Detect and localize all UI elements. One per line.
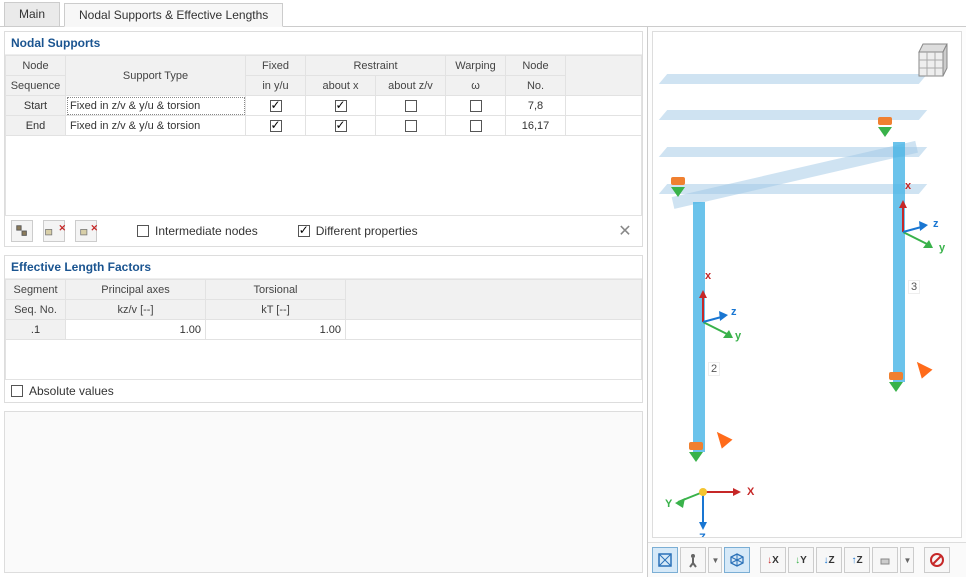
btn-view-z[interactable]: ↓Z bbox=[816, 547, 842, 573]
member-number: 3 bbox=[908, 280, 920, 294]
chk-absolute-values[interactable]: Absolute values bbox=[11, 384, 114, 398]
cell-restraint-zv[interactable] bbox=[376, 96, 446, 116]
cell-restraint-x[interactable] bbox=[306, 96, 376, 116]
btn-view-y[interactable]: ↓Y bbox=[788, 547, 814, 573]
viewport-3d[interactable]: x y z x y z 2 3 bbox=[652, 31, 962, 538]
hdr-warping-w: ω bbox=[446, 76, 506, 96]
hdr-node-no: Node bbox=[506, 56, 566, 76]
axis-z-label: z bbox=[933, 218, 939, 230]
panel-nodal-supports: Nodal Supports Node Support Type Fixed R… bbox=[4, 31, 643, 247]
table-row[interactable]: .1 1.00 1.00 bbox=[6, 320, 642, 340]
hdr-restraint: Restraint bbox=[306, 56, 446, 76]
btn-view-dropdown[interactable]: ▼ bbox=[708, 547, 722, 573]
cell-fixed-yu[interactable] bbox=[246, 96, 306, 116]
axis-X-label: X bbox=[747, 486, 754, 498]
btn-view-z-neg[interactable]: ↑Z bbox=[844, 547, 870, 573]
cell-kzv[interactable]: 1.00 bbox=[66, 320, 206, 340]
chk-different-props-label: Different properties bbox=[316, 224, 418, 238]
axis-z-label: z bbox=[731, 306, 737, 318]
axis-x-label: x bbox=[705, 270, 711, 282]
cell-restraint-x[interactable] bbox=[306, 116, 376, 136]
support-icon bbox=[878, 127, 892, 137]
support-icon bbox=[889, 382, 903, 392]
hdr-restraint-zv: about z/v bbox=[376, 76, 446, 96]
panel-effective-lengths: Effective Length Factors Segment Princip… bbox=[4, 255, 643, 403]
btn-edit-supports[interactable] bbox=[11, 220, 33, 242]
cell-seg: .1 bbox=[6, 320, 66, 340]
hdr-segment: Segment bbox=[6, 280, 66, 300]
panel-empty bbox=[4, 411, 643, 573]
global-axes-icon bbox=[683, 472, 763, 538]
chk-intermediate-nodes[interactable]: Intermediate nodes bbox=[137, 224, 258, 238]
support-icon bbox=[689, 452, 703, 462]
panel-title-nodal-supports: Nodal Supports bbox=[5, 32, 642, 55]
btn-view-x[interactable]: ↓X bbox=[760, 547, 786, 573]
axis-Y-label: Y bbox=[665, 498, 672, 510]
chk-intermediate-label: Intermediate nodes bbox=[155, 224, 258, 238]
hdr-fixed: Fixed bbox=[246, 56, 306, 76]
eff-len-table: Segment Principal axes Torsional Seq. No… bbox=[5, 279, 642, 380]
cell-seq: Start bbox=[6, 96, 66, 116]
tab-main[interactable]: Main bbox=[4, 2, 60, 26]
table-row[interactable]: Start Fixed in z/v & y/u & torsion 7,8 bbox=[6, 96, 642, 116]
hdr-restraint-x: about x bbox=[306, 76, 376, 96]
btn-view-cancel[interactable] bbox=[924, 547, 950, 573]
table-row[interactable]: End Fixed in z/v & y/u & torsion 16,17 bbox=[6, 116, 642, 136]
chk-different-properties[interactable]: Different properties bbox=[298, 224, 418, 238]
hdr-spacer bbox=[566, 56, 642, 96]
axis-Z-label: Z bbox=[699, 532, 706, 538]
local-axes-icon bbox=[903, 202, 962, 265]
cell-restraint-zv[interactable] bbox=[376, 116, 446, 136]
btn-view-dropdown-2[interactable]: ▼ bbox=[900, 547, 914, 573]
hdr-support-type: Support Type bbox=[66, 56, 246, 96]
nodal-supports-table: Node Support Type Fixed Restraint Warpin… bbox=[5, 55, 642, 216]
hdr-warping: Warping bbox=[446, 56, 506, 76]
member-number: 2 bbox=[708, 362, 720, 376]
close-icon[interactable]: ✕ bbox=[614, 220, 636, 242]
cell-warping[interactable] bbox=[446, 96, 506, 116]
cell-warping[interactable] bbox=[446, 116, 506, 136]
btn-view-walk[interactable] bbox=[680, 547, 706, 573]
tab-nodal-supports[interactable]: Nodal Supports & Effective Lengths bbox=[64, 3, 283, 27]
tab-bar: Main Nodal Supports & Effective Lengths bbox=[0, 0, 966, 27]
hdr-node-seq: Node bbox=[6, 56, 66, 76]
btn-view-frame[interactable] bbox=[652, 547, 678, 573]
navcube-icon[interactable] bbox=[911, 38, 955, 82]
hdr-node-no2: No. bbox=[506, 76, 566, 96]
hdr-segment2: Seq. No. bbox=[6, 300, 66, 320]
cell-kt[interactable]: 1.00 bbox=[206, 320, 346, 340]
view-toolbar: ▼ ↓X ↓Y ↓Z ↑Z ▼ bbox=[648, 542, 966, 577]
axis-y-label: y bbox=[939, 242, 945, 254]
hdr-kzv: kz/v [--] bbox=[66, 300, 206, 320]
cell-seq: End bbox=[6, 116, 66, 136]
arrow-icon bbox=[911, 357, 932, 378]
hdr-principal: Principal axes bbox=[66, 280, 206, 300]
cell-fixed-yu[interactable] bbox=[246, 116, 306, 136]
local-axes-icon bbox=[703, 292, 763, 355]
btn-view-iso[interactable] bbox=[724, 547, 750, 573]
hdr-node-seq2: Sequence bbox=[6, 76, 66, 96]
axis-x-label: x bbox=[905, 180, 911, 192]
hdr-fixed-yu: in y/u bbox=[246, 76, 306, 96]
hdr-torsional: Torsional bbox=[206, 280, 346, 300]
btn-delete-support-left[interactable]: ✕ bbox=[43, 220, 65, 242]
btn-view-blank[interactable] bbox=[872, 547, 898, 573]
cell-support-type[interactable]: Fixed in z/v & y/u & torsion bbox=[66, 116, 246, 136]
chk-absolute-label: Absolute values bbox=[29, 384, 114, 398]
axis-y-label: y bbox=[735, 330, 741, 342]
cell-nodes: 7,8 bbox=[506, 96, 566, 116]
panel-title-eff-len: Effective Length Factors bbox=[5, 256, 642, 279]
btn-delete-support-right[interactable]: ✕ bbox=[75, 220, 97, 242]
support-icon bbox=[671, 187, 685, 197]
hdr-kt: kT [--] bbox=[206, 300, 346, 320]
cell-nodes: 16,17 bbox=[506, 116, 566, 136]
arrow-icon bbox=[711, 427, 732, 448]
cell-support-type[interactable]: Fixed in z/v & y/u & torsion bbox=[66, 96, 246, 116]
